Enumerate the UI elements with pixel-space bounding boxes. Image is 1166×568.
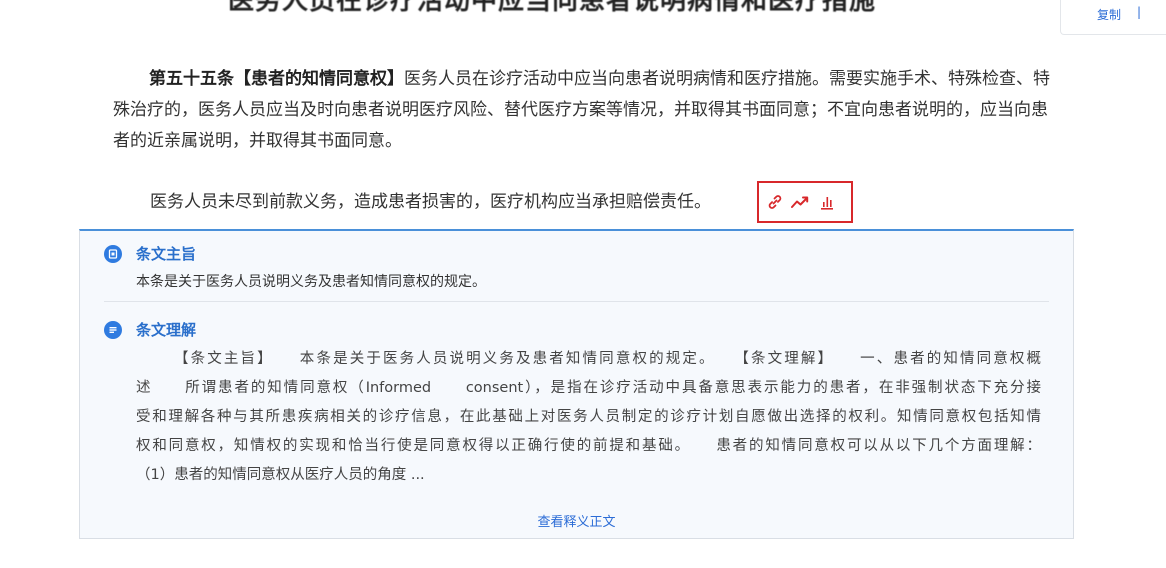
list-icon	[104, 320, 122, 339]
article-number-title: 第五十五条【患者的知情同意权】	[149, 69, 404, 89]
document-icon	[104, 244, 122, 263]
article-paragraph-1: 第五十五条【患者的知情同意权】医务人员在诊疗活动中应当向患者说明病情和医疗措施。…	[113, 64, 1053, 157]
body-line: 述 所谓患者的知情同意权（Informed consent），是指在诊疗活动中具…	[136, 380, 1041, 396]
toolbar-separator: |	[1137, 5, 1142, 19]
section-title-gist: 条文主旨	[136, 245, 197, 263]
section-title-understanding: 条文理解	[136, 321, 197, 339]
body-line: 【条文主旨】 本条是关于医务人员说明义务及患者知情同意权的规定。 【条文理解】 …	[174, 351, 1041, 367]
article-text: 第五十五条【患者的知情同意权】医务人员在诊疗活动中应当向患者说明病情和医疗措施。…	[113, 64, 1053, 212]
article-tools-highlight	[757, 181, 853, 223]
view-full-interpretation-link[interactable]: 查看释义正文	[80, 511, 1073, 530]
body-line: 权和同意权，知情权的实现和恰当行使是同意权得以正确行使的前提和基础。 患者的知情…	[136, 438, 1041, 454]
interpretation-card: 条文主旨 本条是关于医务人员说明义务及患者知情同意权的规定。 条文理解 【条文主…	[79, 229, 1074, 539]
section-text-gist: 本条是关于医务人员说明义务及患者知情同意权的规定。	[136, 274, 486, 290]
copy-button[interactable]: 复制	[1097, 6, 1121, 23]
cropped-heading: 医务人员在诊疗活动中应当向患者说明病情和医疗措施	[228, 0, 877, 16]
section-text-understanding: 【条文主旨】 本条是关于医务人员说明义务及患者知情同意权的规定。 【条文理解】 …	[136, 345, 1041, 490]
body-line: （1）患者的知情同意权从医疗人员的角度 ...	[136, 467, 425, 483]
article-paragraph-2: 医务人员未尽到前款义务，造成患者损害的，医疗机构应当承担赔偿责任。	[150, 192, 711, 212]
section-header-understanding: 条文理解	[104, 319, 196, 340]
link-icon[interactable]	[766, 193, 784, 211]
body-line: 受和理解各种与其所患疾病相关的诊疗信息，在此基础上对医务人员制定的诊疗计划自愿做…	[136, 409, 1041, 425]
toolbar-panel: 复制 |	[1060, 0, 1166, 35]
page: 医务人员在诊疗活动中应当向患者说明病情和医疗措施 复制 | 第五十五条【患者的知…	[0, 0, 1166, 568]
section-divider	[104, 301, 1049, 302]
chart-icon[interactable]	[819, 193, 837, 211]
section-header-gist: 条文主旨	[104, 243, 196, 264]
trend-icon[interactable]	[790, 193, 809, 211]
